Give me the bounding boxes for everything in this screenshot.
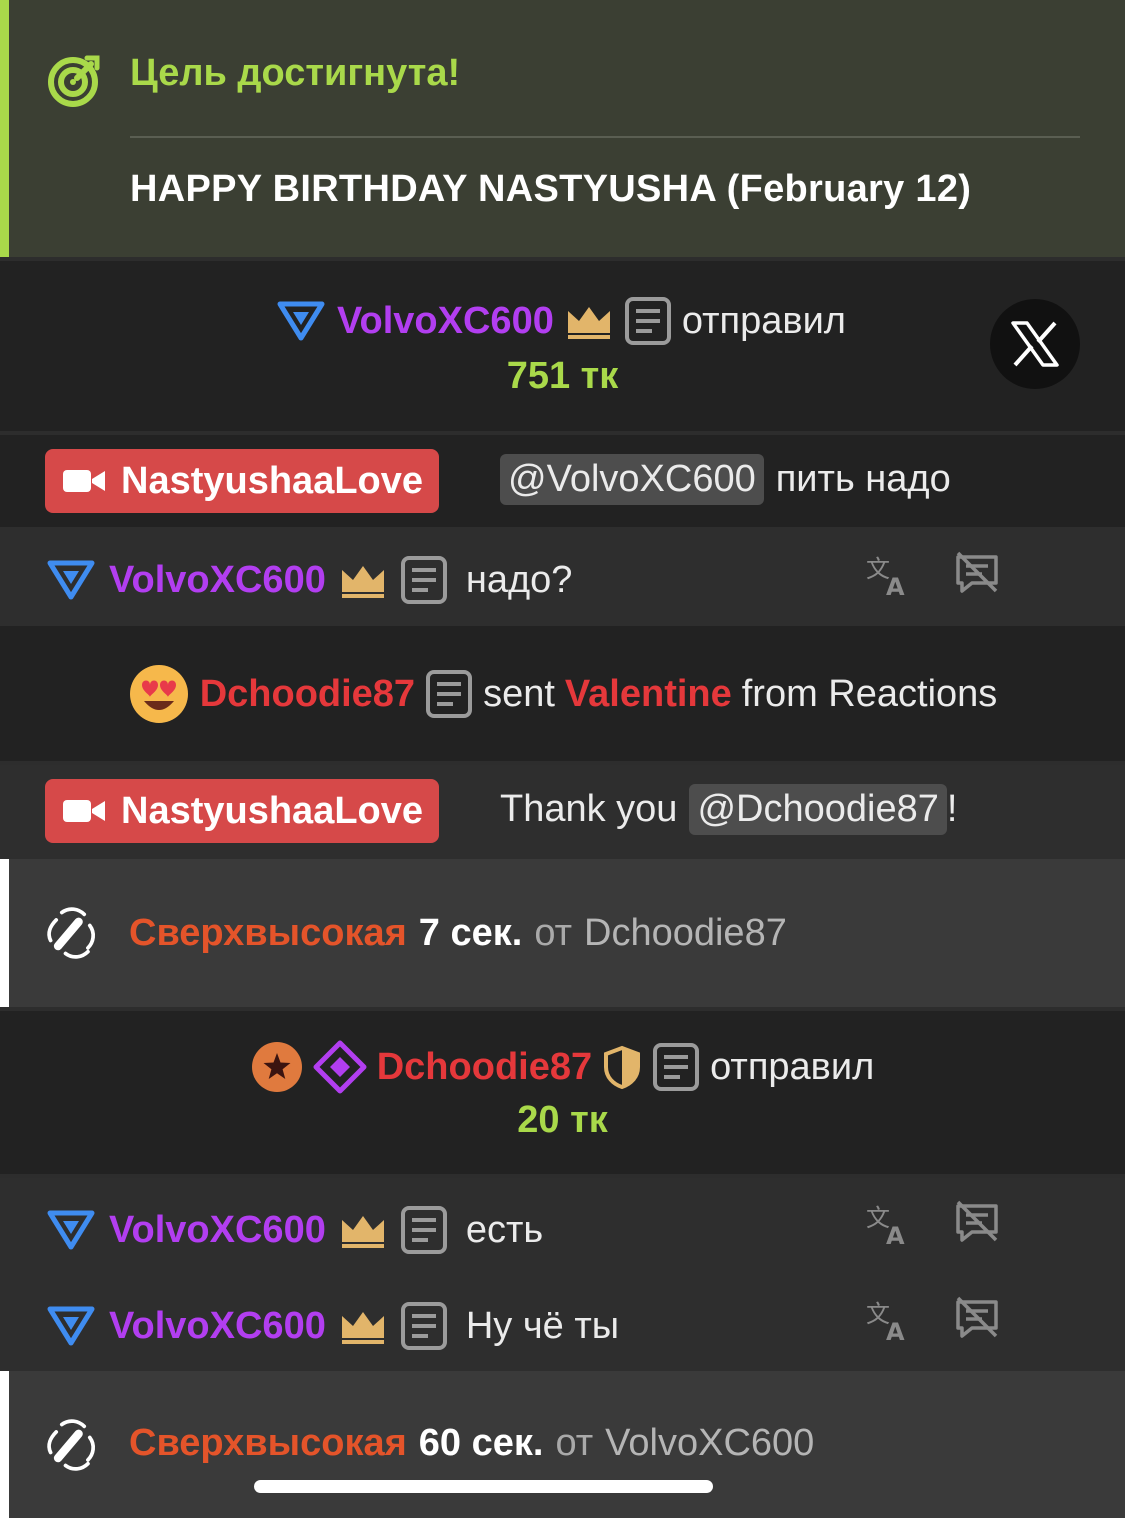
username[interactable]: Dchoodie87 [200,673,415,716]
triangle-badge-icon [275,299,327,343]
profile-doc-icon[interactable] [400,1301,448,1351]
chat-message: NastyushaaLove Thank you @Dchoodie87 ! [0,765,1125,859]
vibration-from: от [555,1421,594,1464]
goal-title: Цель достигнута! [130,52,461,94]
translate-icon[interactable] [864,1296,912,1344]
username: NastyushaaLove [121,789,424,832]
goal-divider [130,136,1080,138]
profile-doc-icon[interactable] [400,555,448,605]
tip-amount-line: 751 тк [0,353,1125,399]
mute-message-icon[interactable] [952,549,1002,597]
broadcaster-badge[interactable]: NastyushaaLove [45,449,440,513]
camera-icon [61,466,107,496]
vibration-icon [45,905,101,961]
tip-line: VolvoXC600 отправил [0,295,1125,347]
tip-notice: VolvoXC600 отправил 751 тк [0,261,1125,431]
vibration-notice: Сверхвысокая 60 сек. от VolvoXC600 [0,1371,1125,1518]
triangle-badge-icon [45,558,97,602]
tip-notice: Dchoodie87 отправил 20 тк [0,1011,1125,1174]
vibration-line: Сверхвысокая 7 сек. от Dchoodie87 [129,907,787,959]
x-share-button[interactable] [990,299,1080,389]
reaction-notice: Dchoodie87 sent Valentine from Reactions [0,626,1125,761]
message-line: VolvoXC600 Ну чё ты [45,1299,619,1353]
heart-eyes-emoji-icon [129,665,188,723]
profile-doc-icon[interactable] [624,296,672,346]
target-check-icon [48,55,100,107]
vibration-icon [45,1417,101,1473]
message-text: надо? [465,558,573,601]
tip-line: Dchoodie87 отправил [0,1039,1125,1095]
username: NastyushaaLove [121,459,424,502]
vibration-line: Сверхвысокая 60 сек. от VolvoXC600 [129,1417,814,1469]
profile-doc-icon[interactable] [652,1042,700,1092]
reaction-post: from Reactions [741,672,998,715]
username[interactable]: Dchoodie87 [377,1046,592,1089]
vibration-duration: 7 сек. [418,911,523,954]
crown-icon [338,1306,388,1346]
message-line: VolvoXC600 надо? [45,553,572,607]
diamond-badge-icon [313,1040,367,1094]
vibration-notice: Сверхвысокая 7 сек. от Dchoodie87 [0,859,1125,1007]
crown-icon [338,1210,388,1250]
username[interactable]: VolvoXC600 [109,1209,326,1252]
message-text: есть [465,1208,544,1251]
username[interactable]: VolvoXC600 [109,1305,326,1348]
vibration-from: от [534,911,573,954]
mute-message-icon[interactable] [952,1198,1002,1246]
chat-message: VolvoXC600 надо? [0,527,1125,626]
vibration-user[interactable]: Dchoodie87 [584,912,787,955]
camera-icon [61,796,107,826]
translate-icon[interactable] [864,551,912,599]
message-text: Ну чё ты [465,1304,620,1347]
message-body: Thank you @Dchoodie87 ! [500,777,957,841]
message-line: VolvoXC600 есть [45,1203,543,1257]
goal-text: HAPPY BIRTHDAY NASTYUSHA (February 12) [130,168,972,210]
crown-icon [338,560,388,600]
username[interactable]: VolvoXC600 [337,300,554,343]
x-close-icon [1011,321,1059,367]
message-text: пить надо [775,457,951,500]
vibration-level: Сверхвысокая [129,911,407,954]
star-badge-icon [251,1042,302,1092]
broadcaster-badge[interactable]: NastyushaaLove [45,779,440,843]
tip-verb: отправил [681,299,846,342]
profile-doc-icon[interactable] [400,1205,448,1255]
tip-amount: 751 тк [506,354,619,397]
home-indicator[interactable] [254,1480,713,1493]
tip-amount-line: 20 тк [0,1097,1125,1143]
tip-verb: отправил [710,1045,875,1088]
triangle-badge-icon [45,1304,97,1348]
goal-banner: Цель достигнута! HAPPY BIRTHDAY NASTYUSH… [0,0,1125,257]
tip-amount: 20 тк [517,1098,608,1141]
crown-icon [564,301,614,341]
vibration-duration: 60 сек. [418,1421,544,1464]
reaction-line: Dchoodie87 sent Valentine from Reactions [0,664,1125,724]
mention[interactable]: @Dchoodie87 [689,783,947,835]
chat-message-group: VolvoXC600 есть VolvoXC600 Ну чё ты [0,1178,1125,1371]
username[interactable]: VolvoXC600 [109,559,326,602]
reaction-pre: sent [483,672,555,715]
message-text: Thank you [500,787,678,830]
shield-icon [604,1045,641,1089]
reaction-item: Valentine [564,672,732,715]
vibration-user[interactable]: VolvoXC600 [605,1422,814,1465]
mute-message-icon[interactable] [952,1294,1002,1342]
profile-doc-icon[interactable] [425,669,473,719]
chat-message: NastyushaaLove @VolvoXC600 пить надо [0,435,1125,527]
translate-icon[interactable] [864,1200,912,1248]
vibration-level: Сверхвысокая [129,1421,407,1464]
mention[interactable]: @VolvoXC600 [500,453,764,505]
message-body: @VolvoXC600 пить надо [500,447,951,511]
message-text-end: ! [946,787,958,830]
triangle-badge-icon [45,1208,97,1252]
